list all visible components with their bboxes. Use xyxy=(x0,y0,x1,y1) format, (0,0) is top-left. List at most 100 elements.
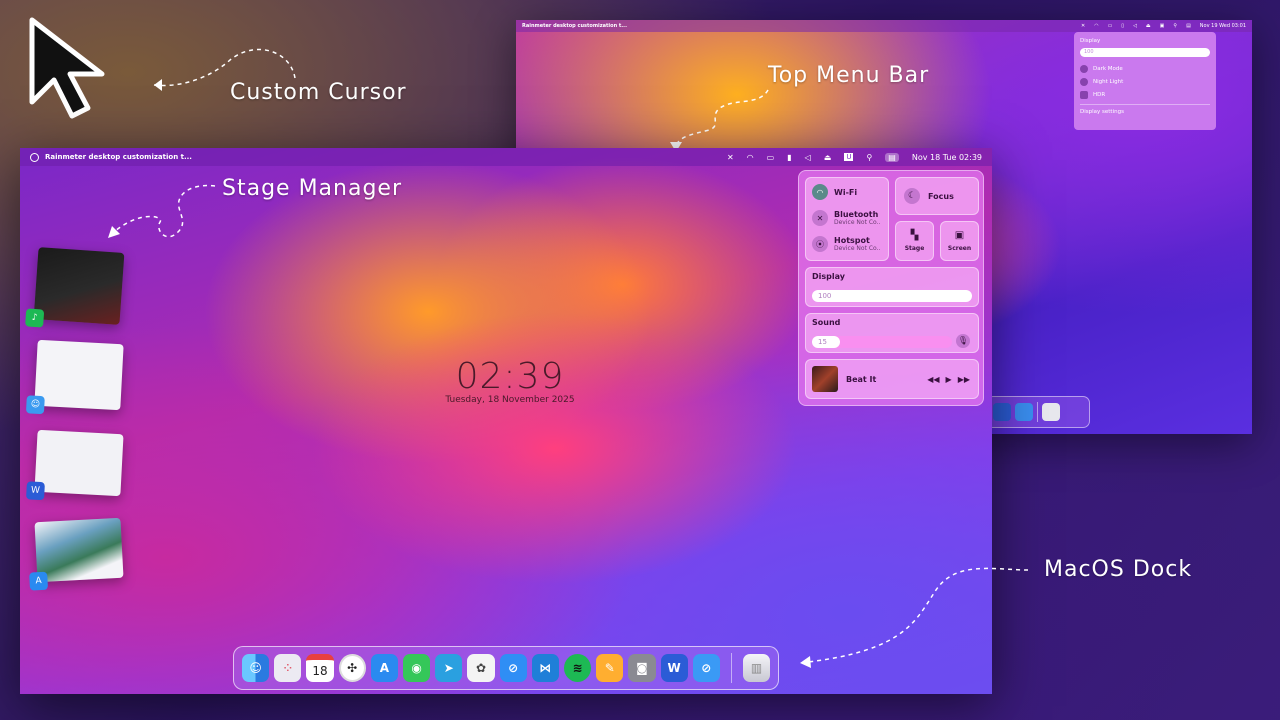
app-store-icon[interactable]: A xyxy=(370,654,399,682)
display-label: Display xyxy=(812,272,845,281)
finder-icon: ☺ xyxy=(25,395,45,415)
display-panel-heading: Display xyxy=(1080,38,1101,44)
stage-window-app-store[interactable]: A xyxy=(29,517,124,591)
display-icon[interactable]: ▭ xyxy=(767,153,775,162)
display-section: Display 100 xyxy=(805,267,979,307)
volume-icon[interactable]: ◁ xyxy=(805,153,811,162)
clock-icon[interactable]: ✣ xyxy=(338,654,366,682)
focus-toggle[interactable]: ☾ Focus xyxy=(895,177,979,215)
control-center-icon[interactable]: ▤ xyxy=(885,152,899,162)
safari-icon[interactable]: ⊘ xyxy=(499,654,527,682)
wifi-toggle[interactable]: ◠ Wi-Fi xyxy=(812,184,857,200)
battery-icon[interactable]: ▯ xyxy=(1121,23,1124,29)
eject-icon[interactable]: ⏏ xyxy=(824,153,832,162)
wifi-icon[interactable]: ◠ xyxy=(1094,23,1098,29)
stage-window-finder[interactable]: ☺ xyxy=(25,339,124,415)
finder-icon[interactable]: ☺ xyxy=(242,654,270,682)
vscode-icon[interactable]: ⋈ xyxy=(531,654,559,682)
screen-label: Screen xyxy=(947,245,972,252)
macos-dock: ☺ ⁘ 18 ✣ A ◉ ➤ ✿ ⊘ ⋈ ≋ ✎ ◙ W ⊘ ▥ xyxy=(233,646,779,690)
pages-icon[interactable]: ✎ xyxy=(596,654,624,682)
control-center-icon[interactable]: ▤ xyxy=(1186,23,1191,29)
battery-icon[interactable]: ▮ xyxy=(787,153,791,162)
night-light-icon xyxy=(1080,78,1088,86)
dock-divider xyxy=(730,653,732,683)
app-store-icon: A xyxy=(29,571,49,591)
now-playing-title: Beat It xyxy=(846,374,877,384)
wifi-label: Wi-Fi xyxy=(834,187,858,197)
rainmeter-logo-icon[interactable] xyxy=(30,152,39,162)
main-menubar: Rainmeter desktop customization t... ✕ ◠… xyxy=(20,148,992,166)
annotation-stage-manager: Stage Manager xyxy=(222,176,402,201)
user-icon[interactable]: ▣ xyxy=(1160,23,1165,29)
safari-icon[interactable] xyxy=(1015,403,1033,421)
hotspot-icon: ⦿ xyxy=(812,236,828,252)
secondary-datetime[interactable]: Nov 19 Wed 03:01 xyxy=(1200,23,1246,29)
hdr-option[interactable]: HDR xyxy=(1080,91,1210,99)
bluetooth-label: Bluetooth xyxy=(834,210,879,219)
telegram-icon[interactable]: ➤ xyxy=(435,654,463,682)
sound-volume-value: 15 xyxy=(818,338,827,346)
wifi-icon: ◠ xyxy=(812,184,828,200)
moon-icon: ☾ xyxy=(904,188,920,204)
trash-icon[interactable] xyxy=(1042,403,1060,421)
display-settings-panel: Display 100 Dark Mode Night Light HDR Di… xyxy=(1074,32,1216,130)
word-icon[interactable]: W xyxy=(660,654,688,682)
play-icon[interactable]: ▶ xyxy=(946,375,952,384)
bluetooth-icon: ✕ xyxy=(812,210,828,226)
sound-volume-slider[interactable]: 15 xyxy=(812,336,952,348)
stage-window-spotify[interactable]: ♪ xyxy=(25,247,125,328)
next-track-icon[interactable]: ▶▶ xyxy=(958,375,970,384)
hotspot-status: Device Not Co.. xyxy=(834,245,881,252)
hdr-icon xyxy=(1080,91,1088,99)
calendar-icon[interactable]: 18 xyxy=(306,654,334,682)
stage-window-word[interactable]: W xyxy=(26,429,124,501)
screenshot-icon[interactable]: ◙ xyxy=(628,654,656,682)
clock-time: 02:39 xyxy=(455,356,565,397)
stage-manager-icon: ▚ xyxy=(910,230,919,241)
bluetooth-status: Device Not Co.. xyxy=(834,219,881,226)
sound-label: Sound xyxy=(812,318,841,327)
annotation-top-menu-bar: Top Menu Bar xyxy=(768,63,930,88)
bluetooth-icon[interactable]: ✕ xyxy=(727,153,734,162)
cursor-icon xyxy=(29,17,105,119)
control-center-panel: ◠ Wi-Fi ✕ Bluetooth Device Not Co.. ⦿ Hot… xyxy=(798,170,984,406)
bluetooth-toggle[interactable]: ✕ Bluetooth Device Not Co.. xyxy=(812,210,880,226)
previous-track-icon[interactable]: ◀◀ xyxy=(927,375,939,384)
hotspot-toggle[interactable]: ⦿ Hotspot Device Not Co.. xyxy=(812,236,880,252)
chatgpt-icon[interactable]: ✿ xyxy=(467,654,495,682)
bluetooth-icon[interactable]: ✕ xyxy=(1081,23,1085,29)
album-art xyxy=(812,366,838,392)
safari-2-icon[interactable]: ⊘ xyxy=(692,654,720,682)
microphone-icon[interactable]: 🎙 xyxy=(956,334,970,348)
dock-annotation-arrow xyxy=(800,567,1029,668)
dark-mode-option[interactable]: Dark Mode xyxy=(1080,65,1210,73)
spotify-icon: ♪ xyxy=(25,308,45,328)
brightness-slider[interactable]: 100 xyxy=(1080,48,1210,57)
launchpad-icon[interactable]: ⁘ xyxy=(274,654,302,682)
user-icon[interactable]: U xyxy=(844,153,854,161)
search-icon[interactable]: ⚲ xyxy=(1173,23,1177,29)
stage-annotation-arrow xyxy=(108,184,216,238)
night-light-option[interactable]: Night Light xyxy=(1080,78,1210,86)
stage-label: Stage xyxy=(904,245,925,252)
eject-icon[interactable]: ⏏ xyxy=(1146,23,1151,29)
main-datetime[interactable]: Nov 18 Tue 02:39 xyxy=(912,153,982,162)
clock-date: Tuesday, 18 November 2025 xyxy=(445,395,575,405)
stage-toggle[interactable]: ▚ Stage xyxy=(895,221,934,261)
volume-icon[interactable]: ◁ xyxy=(1133,23,1137,29)
screen-mirroring-toggle[interactable]: ▣ Screen xyxy=(940,221,979,261)
focus-label: Focus xyxy=(928,191,954,201)
word-icon[interactable] xyxy=(993,403,1011,421)
display-icon[interactable]: ▭ xyxy=(1108,23,1113,29)
menubar-annotation-arrow xyxy=(670,89,769,152)
spotify-icon[interactable]: ≋ xyxy=(563,654,592,682)
main-menubar-title: Rainmeter desktop customization t... xyxy=(45,153,192,161)
display-brightness-slider[interactable]: 100 xyxy=(812,290,972,302)
messages-icon[interactable]: ◉ xyxy=(403,654,431,682)
wifi-icon[interactable]: ◠ xyxy=(747,153,754,162)
annotation-macos-dock: MacOS Dock xyxy=(1044,557,1193,582)
trash-icon[interactable]: ▥ xyxy=(742,654,771,682)
search-icon[interactable]: ⚲ xyxy=(866,153,872,162)
display-settings-link[interactable]: Display settings xyxy=(1080,104,1210,115)
